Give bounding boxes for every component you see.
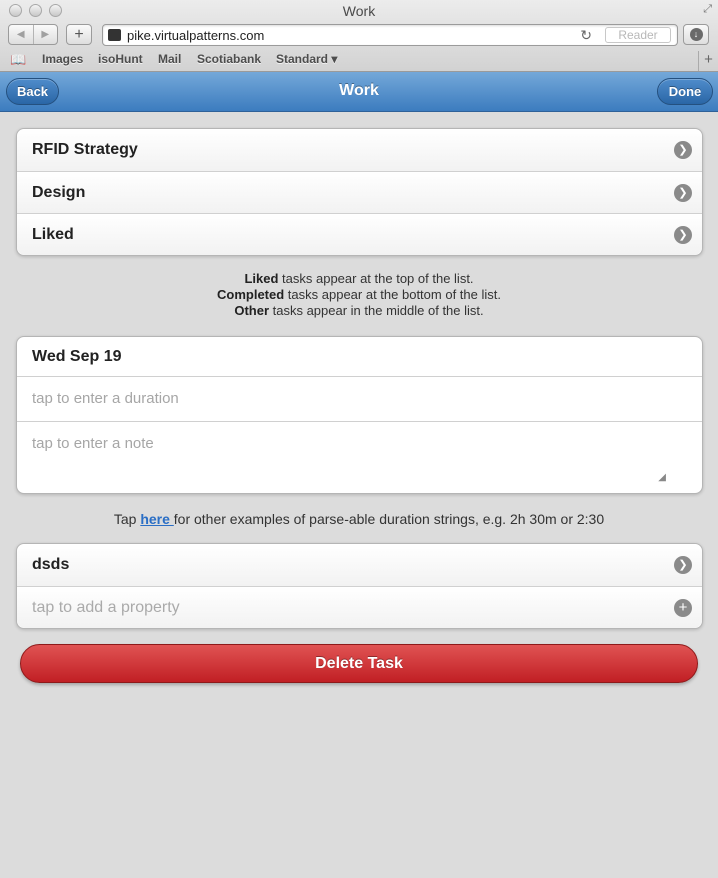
examples-link[interactable]: here bbox=[140, 511, 173, 527]
fullscreen-icon[interactable]: ⤢ bbox=[703, 3, 712, 16]
add-property-row[interactable]: tap to add a property + bbox=[17, 586, 702, 628]
task-form: Wed Sep 19 tap to enter a duration tap t… bbox=[16, 336, 703, 494]
downloads-button[interactable]: ↓ bbox=[683, 24, 709, 45]
note-textarea[interactable]: tap to enter a note ◢ bbox=[17, 422, 702, 493]
reading-list-icon[interactable]: 📖 bbox=[10, 52, 26, 68]
page-title: Work bbox=[339, 82, 379, 99]
list-item-dsds[interactable]: dsds ❯ bbox=[17, 544, 702, 586]
chevron-right-icon: ❯ bbox=[674, 184, 692, 202]
list-item-label: Design bbox=[32, 184, 86, 201]
new-tab-button[interactable]: + bbox=[698, 51, 718, 71]
bookmark-scotiabank[interactable]: Scotiabank bbox=[197, 52, 261, 66]
address-bar[interactable]: pike.virtualpatterns.com ↻ Reader bbox=[102, 24, 678, 46]
info-line-liked: Liked tasks appear at the top of the lis… bbox=[244, 271, 474, 286]
add-property-label: tap to add a property bbox=[32, 599, 180, 616]
download-icon: ↓ bbox=[689, 28, 703, 41]
chevron-right-icon: ❯ bbox=[674, 556, 692, 574]
window-titlebar: Work ⤢ bbox=[0, 0, 718, 22]
list-item-label: RFID Strategy bbox=[32, 141, 138, 158]
bookmark-standard-menu[interactable]: Standard ▾ bbox=[276, 52, 337, 66]
bookmarks-bar: 📖 Images isoHunt Mail Scotiabank Standar… bbox=[0, 49, 718, 71]
date-field[interactable]: Wed Sep 19 bbox=[17, 337, 702, 377]
app-header: Back Work Done bbox=[0, 72, 718, 112]
site-favicon-icon bbox=[108, 29, 121, 41]
list-item-liked[interactable]: Liked ❯ bbox=[17, 213, 702, 255]
chevron-right-icon: ❯ bbox=[674, 226, 692, 244]
add-bookmark-button[interactable]: + bbox=[66, 24, 92, 45]
date-value: Wed Sep 19 bbox=[32, 348, 122, 365]
category-list: RFID Strategy ❯ Design ❯ Liked ❯ bbox=[16, 128, 703, 256]
resize-grip-icon[interactable]: ◢ bbox=[658, 472, 666, 483]
list-item-design[interactable]: Design ❯ bbox=[17, 171, 702, 213]
url-text: pike.virtualpatterns.com bbox=[127, 28, 265, 43]
plus-icon: + bbox=[674, 599, 692, 617]
reload-icon[interactable]: ↻ bbox=[580, 27, 592, 44]
bookmark-isohunt[interactable]: isoHunt bbox=[98, 52, 143, 66]
info-line-other: Other tasks appear in the middle of the … bbox=[234, 303, 484, 318]
duration-placeholder: tap to enter a duration bbox=[32, 390, 179, 407]
browser-back-button[interactable]: ◀ bbox=[9, 25, 33, 44]
browser-toolbar: ◀ ▶ + pike.virtualpatterns.com ↻ Reader … bbox=[0, 22, 718, 48]
bookmark-mail[interactable]: Mail bbox=[158, 52, 181, 66]
done-button[interactable]: Done bbox=[657, 78, 713, 105]
window-title: Work bbox=[342, 3, 376, 19]
note-placeholder: tap to enter a note bbox=[32, 435, 154, 452]
reader-button[interactable]: Reader bbox=[605, 27, 671, 43]
duration-field[interactable]: tap to enter a duration bbox=[17, 377, 702, 422]
delete-task-button[interactable]: Delete Task bbox=[20, 644, 698, 683]
ordering-info: Liked tasks appear at the top of the lis… bbox=[0, 271, 718, 319]
browser-forward-button[interactable]: ▶ bbox=[32, 25, 58, 44]
bookmark-images[interactable]: Images bbox=[42, 52, 83, 66]
property-list: dsds ❯ tap to add a property + bbox=[16, 543, 703, 629]
list-item-rfid-strategy[interactable]: RFID Strategy ❯ bbox=[17, 129, 702, 171]
list-item-label: dsds bbox=[32, 556, 70, 573]
list-item-label: Liked bbox=[32, 226, 74, 243]
browser-chrome: Work ⤢ ◀ ▶ + pike.virtualpatterns.com ↻ … bbox=[0, 0, 718, 72]
chevron-right-icon: ❯ bbox=[674, 141, 692, 159]
duration-help-text: Tap here for other examples of parse-abl… bbox=[113, 511, 605, 527]
info-line-completed: Completed tasks appear at the bottom of … bbox=[217, 287, 501, 302]
back-forward-group: ◀ ▶ bbox=[8, 24, 58, 45]
